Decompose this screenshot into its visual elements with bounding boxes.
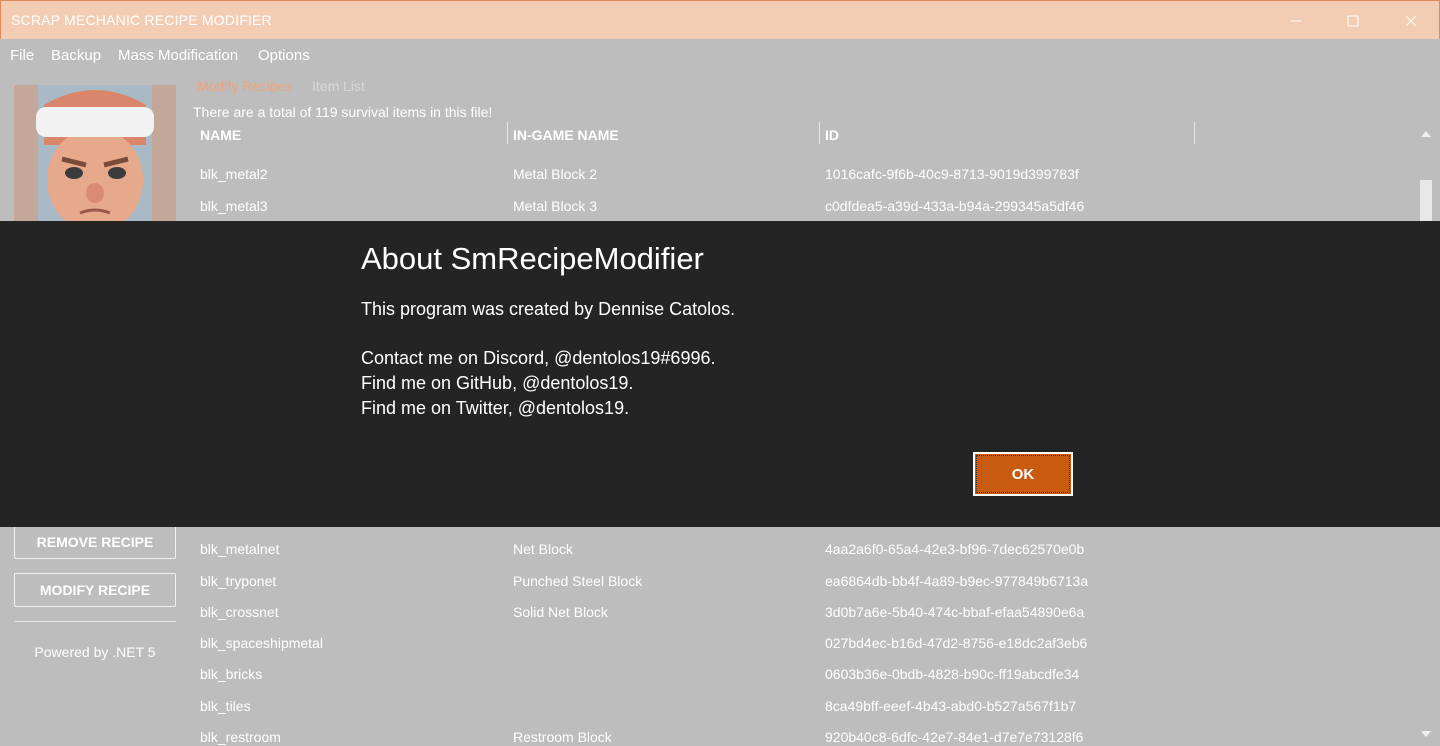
table-row[interactable]: blk_crossnet Solid Net Block 3d0b7a6e-5b… (193, 596, 1415, 627)
cell-name: blk_bricks (200, 666, 263, 682)
column-divider[interactable] (507, 122, 508, 144)
column-header-id[interactable]: ID (825, 127, 839, 143)
cell-id: 1016cafc-9f6b-40c9-8713-9019d399783f (825, 166, 1079, 182)
scroll-down-arrow-icon[interactable] (1416, 724, 1436, 744)
column-header-in-game-name[interactable]: IN-GAME NAME (513, 127, 619, 143)
cell-name: blk_tryponet (200, 573, 277, 589)
table-row[interactable]: blk_metal3 Metal Block 3 c0dfdea5-a39d-4… (193, 190, 1415, 221)
minimize-button[interactable] (1267, 1, 1325, 40)
menu-backup[interactable]: Backup (51, 47, 101, 64)
cell-name: blk_tiles (200, 698, 251, 714)
cell-id: 0603b36e-0bdb-4828-b90c-ff19abcdfe34 (825, 666, 1080, 682)
cell-in-game-name: Net Block (513, 541, 573, 557)
cell-name: blk_metal3 (200, 198, 268, 214)
column-header-name[interactable]: NAME (200, 127, 241, 143)
minimize-icon (1291, 20, 1301, 21)
cell-id: 4aa2a6f0-65a4-42e3-bf96-7dec62570e0b (825, 541, 1085, 557)
cell-in-game-name: Punched Steel Block (513, 573, 643, 589)
cell-in-game-name: Restroom Block (513, 729, 612, 745)
maximize-icon (1347, 15, 1359, 26)
sidebar-divider (14, 621, 176, 622)
about-dialog: About SmRecipeModifier This program was … (0, 221, 1440, 527)
cell-id: 920b40c8-6dfc-42e7-84e1-d7e7e73128f6 (825, 729, 1084, 745)
cell-in-game-name: Solid Net Block (513, 604, 608, 620)
table-row[interactable]: blk_metalnet Net Block 4aa2a6f0-65a4-42e… (193, 533, 1415, 564)
menu-mass-modification[interactable]: Mass Modification (118, 47, 238, 64)
table-row[interactable]: blk_tryponet Punched Steel Block ea6864d… (193, 565, 1415, 596)
scroll-thumb[interactable] (1420, 180, 1432, 222)
character-portrait-icon (14, 85, 176, 222)
cell-name: blk_restroom (200, 729, 281, 745)
table-row[interactable]: blk_metal2 Metal Block 2 1016cafc-9f6b-4… (193, 158, 1415, 189)
powered-by-text: Powered by .NET 5 (34, 644, 156, 660)
close-button[interactable] (1382, 1, 1440, 40)
table-row[interactable]: blk_spaceshipmetal 027bd4ec-b16d-47d2-87… (193, 627, 1415, 658)
close-icon (1405, 15, 1417, 26)
cell-name: blk_crossnet (200, 604, 279, 620)
tab-modify-recipes[interactable]: Modify Recipes (197, 78, 293, 94)
dialog-text-github: Find me on GitHub, @dentolos19. (361, 373, 634, 393)
cell-name: blk_spaceshipmetal (200, 635, 323, 651)
column-divider[interactable] (1194, 122, 1195, 144)
dialog-text-discord: Contact me on Discord, @dentolos19#6996. (361, 348, 716, 368)
table-row[interactable]: blk_bricks 0603b36e-0bdb-4828-b90c-ff19a… (193, 658, 1415, 689)
table-header: NAME IN-GAME NAME ID (193, 122, 1415, 146)
table-row[interactable]: blk_restroom Restroom Block 920b40c8-6df… (193, 721, 1415, 746)
window-title: SCRAP MECHANIC RECIPE MODIFIER (11, 12, 272, 28)
column-divider[interactable] (819, 122, 820, 144)
scroll-up-arrow-icon[interactable] (1416, 124, 1436, 144)
menu-options[interactable]: Options (258, 47, 310, 64)
cell-id: c0dfdea5-a39d-433a-b94a-299345a5df46 (825, 198, 1085, 214)
ok-button[interactable]: OK (973, 452, 1073, 496)
menu-file[interactable]: File (10, 47, 34, 64)
cell-name: blk_metal2 (200, 166, 268, 182)
avatar (14, 85, 176, 222)
modify-recipe-button[interactable]: MODIFY RECIPE (14, 573, 176, 607)
remove-recipe-button[interactable]: REMOVE RECIPE (14, 525, 176, 559)
cell-name: blk_metalnet (200, 541, 280, 557)
dialog-text-creator: This program was created by Dennise Cato… (361, 299, 736, 319)
title-bar[interactable]: SCRAP MECHANIC RECIPE MODIFIER (0, 0, 1440, 39)
total-items-text: There are a total of 119 survival items … (193, 104, 493, 120)
maximize-button[interactable] (1324, 1, 1382, 40)
tab-item-list[interactable]: Item List (312, 78, 365, 94)
menu-bar: File Backup Mass Modification Options (0, 39, 1440, 73)
cell-in-game-name: Metal Block 3 (513, 198, 598, 214)
table-row[interactable]: blk_tiles 8ca49bff-eeef-4b43-abd0-b527a5… (193, 690, 1415, 721)
cell-id: 3d0b7a6e-5b40-474c-bbaf-efaa54890e6a (825, 604, 1085, 620)
cell-id: 027bd4ec-b16d-47d2-8756-e18dc2af3eb6 (825, 635, 1088, 651)
cell-in-game-name: Metal Block 2 (513, 166, 598, 182)
cell-id: 8ca49bff-eeef-4b43-abd0-b527a567f1b7 (825, 698, 1077, 714)
cell-id: ea6864db-bb4f-4a89-b9ec-977849b6713a (825, 573, 1089, 589)
dialog-text-twitter: Find me on Twitter, @dentolos19. (361, 398, 630, 418)
dialog-title: About SmRecipeModifier (361, 241, 704, 276)
